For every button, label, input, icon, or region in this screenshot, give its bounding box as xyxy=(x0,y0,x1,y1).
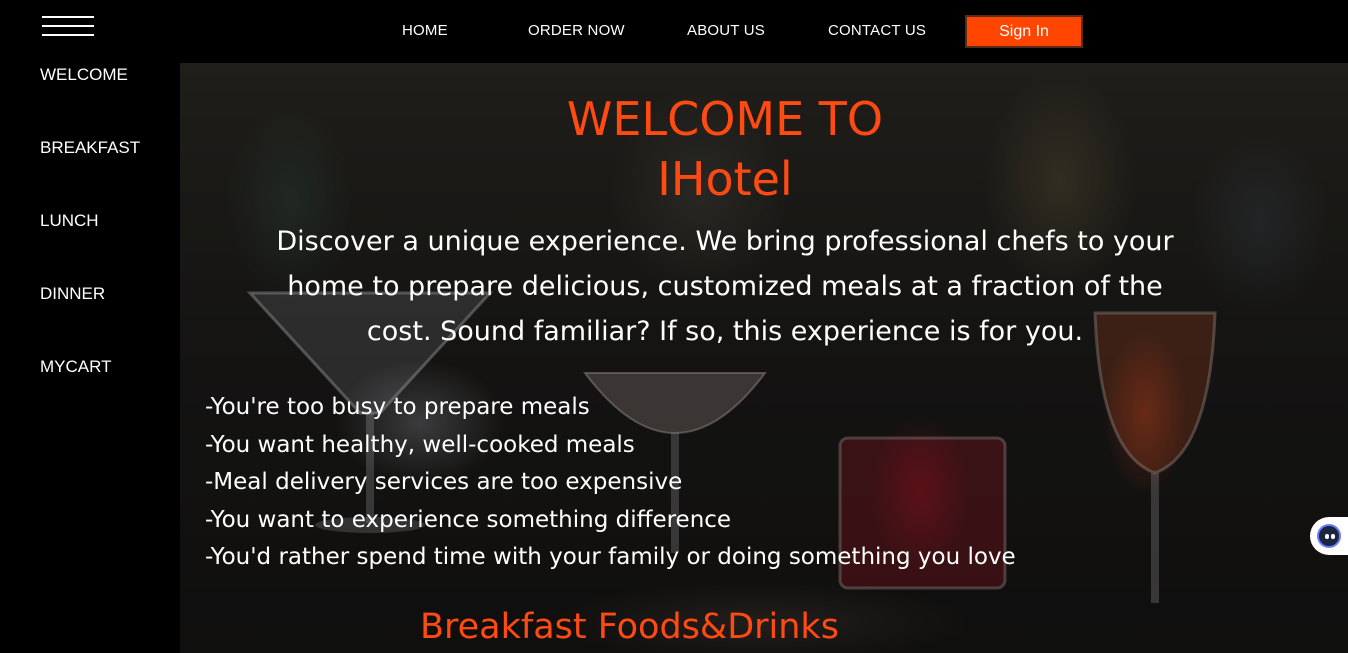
hero-title-line2: IHotel xyxy=(657,152,793,206)
nav-link-order-now[interactable]: ORDER NOW xyxy=(528,22,625,39)
reason-item: -Meal delivery services are too expensiv… xyxy=(205,469,683,495)
hamburger-menu-icon[interactable] xyxy=(42,16,94,38)
sidebar-item-dinner[interactable]: DINNER xyxy=(40,284,105,304)
sign-in-button[interactable]: Sign In xyxy=(965,15,1083,48)
nav-link-home[interactable]: HOME xyxy=(402,22,448,39)
hero-description: Discover a unique experience. We bring p… xyxy=(276,226,1174,347)
nav-link-contact-us[interactable]: CONTACT US xyxy=(828,22,926,39)
assistant-chat-icon[interactable] xyxy=(1310,517,1348,555)
nav-link-about-us[interactable]: ABOUT US xyxy=(687,22,765,39)
sidebar-item-mycart[interactable]: MYCART xyxy=(40,357,111,377)
sidebar-item-breakfast[interactable]: BREAKFAST xyxy=(40,138,140,158)
reasons-list: -You're too busy to prepare meals -You w… xyxy=(205,389,1016,577)
sidebar-item-welcome[interactable]: WELCOME xyxy=(40,65,128,85)
sidebar-item-lunch[interactable]: LUNCH xyxy=(40,211,99,231)
reason-item: -You want to experience something differ… xyxy=(205,506,732,533)
sidebar: WELCOME BREAKFAST LUNCH DINNER MYCART xyxy=(0,63,180,653)
reason-item: -You want healthy, well-cooked meals xyxy=(205,431,635,458)
hero-title-line1: WELCOME TO xyxy=(566,92,884,146)
hero-section: WELCOME TO IHotel Discover a unique expe… xyxy=(180,63,1348,653)
top-navigation-bar: HOME ORDER NOW ABOUT US CONTACT US Sign … xyxy=(0,0,1348,63)
section-title-breakfast: Breakfast Foods&Drinks xyxy=(420,607,839,647)
reason-item: -You're too busy to prepare meals xyxy=(205,394,590,420)
reason-item: -You'd rather spend time with your famil… xyxy=(205,544,1016,570)
